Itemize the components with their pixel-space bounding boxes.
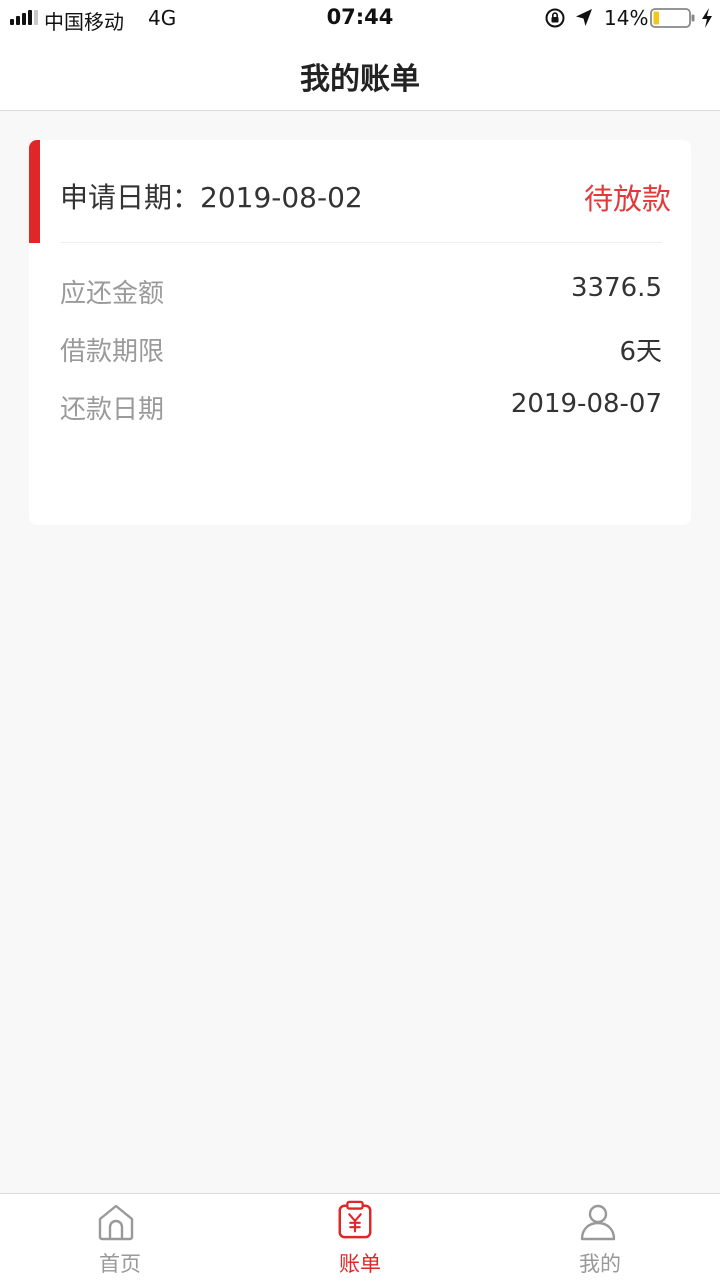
battery-percent: 14%	[604, 6, 649, 30]
battery-icon	[650, 8, 695, 28]
tab-home-label: 首页	[99, 1252, 141, 1276]
bill-card[interactable]: 申请日期：2019-08-02 待放款 应还金额 3376.5 借款期限 6天 …	[29, 140, 691, 525]
card-accent-bar	[29, 140, 40, 243]
profile-icon	[580, 1204, 616, 1241]
loan-term-label: 借款期限	[60, 337, 165, 367]
detail-row-loan-term: 借款期限 6天	[60, 331, 662, 371]
status-badge: 待放款	[583, 182, 671, 216]
detail-row-repay-date: 还款日期 2019-08-07	[60, 389, 662, 429]
rotation-lock-icon	[545, 8, 565, 28]
status-bar: 中国移动 4G 07:44 14%	[0, 0, 720, 36]
charging-bolt-icon	[702, 8, 712, 28]
tab-bar: 首页 账单 我的	[0, 1193, 720, 1281]
amount-due-label: 应还金额	[60, 279, 165, 309]
repay-date-value: 2019-08-07	[510, 389, 662, 419]
apply-date: 申请日期：2019-08-02	[60, 181, 363, 214]
bill-card-header: 申请日期：2019-08-02 待放款	[60, 140, 671, 243]
tab-profile[interactable]: 我的	[480, 1194, 720, 1281]
tab-bill[interactable]: 账单	[240, 1194, 480, 1281]
detail-row-amount-due: 应还金额 3376.5	[60, 273, 662, 313]
bill-icon	[338, 1200, 372, 1239]
home-icon	[98, 1204, 134, 1241]
repay-date-label: 还款日期	[60, 395, 165, 425]
tab-home[interactable]: 首页	[0, 1194, 240, 1281]
tab-profile-label: 我的	[579, 1252, 621, 1276]
loan-term-value: 6天	[619, 337, 662, 367]
amount-due-value: 3376.5	[571, 273, 662, 303]
location-arrow-icon	[576, 9, 592, 26]
nav-header: 我的账单	[0, 36, 720, 111]
tab-bill-label: 账单	[339, 1252, 381, 1276]
page-title: 我的账单	[300, 62, 420, 97]
